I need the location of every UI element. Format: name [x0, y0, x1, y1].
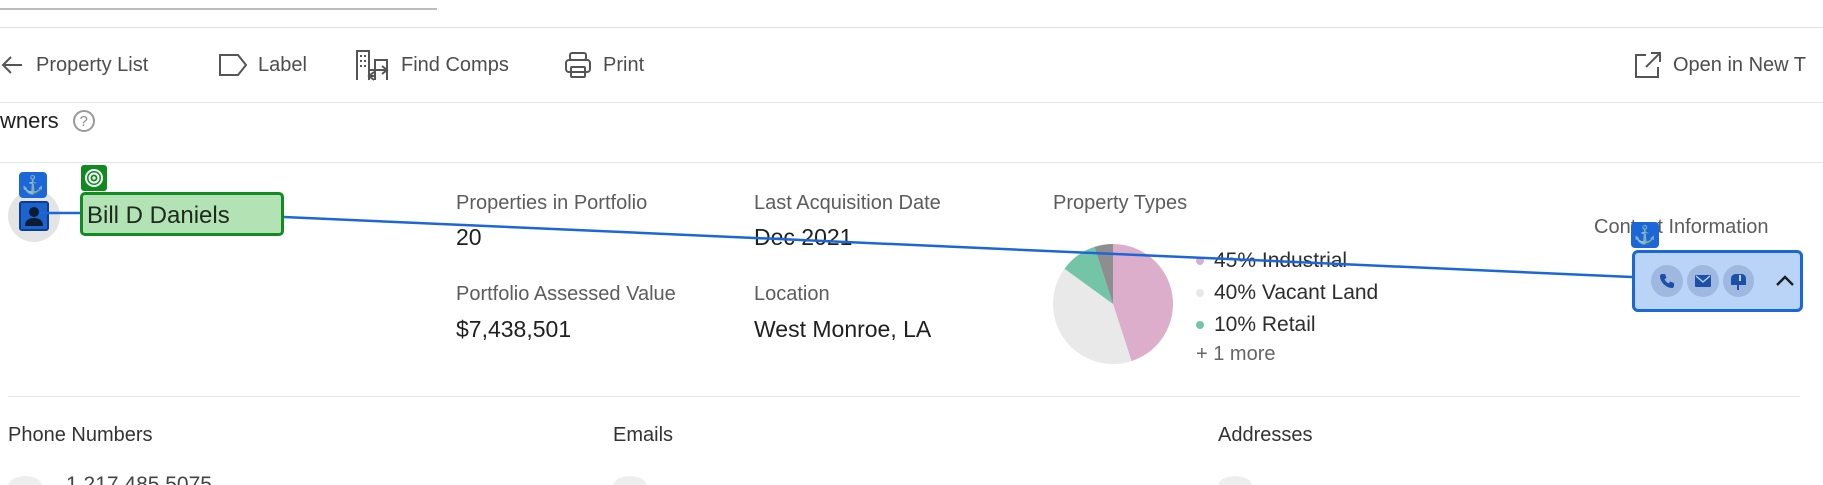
help-icon[interactable]: ? — [72, 110, 95, 132]
connector-line — [283, 215, 1633, 279]
print-label: Print — [603, 53, 645, 76]
anchor-icon: ⚓ — [1631, 222, 1659, 248]
top-divider — [0, 27, 1823, 28]
printer-icon — [565, 52, 591, 78]
portfolio-assessed-value: $7,438,501 — [456, 316, 572, 342]
toolbar-divider — [0, 102, 1823, 103]
owners-section-title: wners ? — [0, 108, 95, 134]
collapse-button[interactable] — [1770, 266, 1800, 296]
print-button[interactable]: Print — [563, 48, 644, 82]
legend-dot — [1196, 321, 1204, 329]
contact-information-label: Contact Information — [1594, 216, 1769, 238]
property-types-legend: 45% Industrial 40% Vacant Land 10% Retai… — [1196, 245, 1378, 366]
legend-item: 10% Retail — [1196, 309, 1378, 341]
tag-icon — [219, 54, 248, 76]
envelope-icon — [1694, 275, 1711, 287]
properties-in-portfolio-label: Properties in Portfolio — [456, 192, 648, 214]
mailbox-icon — [1731, 274, 1747, 290]
email-button[interactable] — [1686, 265, 1719, 297]
phone-icon — [1659, 274, 1674, 288]
top-scroll-indicator — [0, 8, 437, 10]
legend-text: 45% Industrial — [1214, 249, 1348, 272]
section-divider — [0, 162, 1823, 163]
person-icon — [19, 201, 49, 231]
find-comps-button[interactable]: Find Comps — [355, 48, 509, 82]
owners-title-text: wners — [0, 108, 59, 133]
address-row-icon — [1218, 476, 1252, 485]
properties-in-portfolio-value: 20 — [456, 224, 482, 250]
mail-button[interactable] — [1722, 265, 1755, 297]
legend-dot — [1196, 257, 1204, 265]
addresses-header: Addresses — [1218, 424, 1313, 446]
find-comps-label: Find Comps — [401, 53, 509, 76]
property-types-pie-chart — [1052, 243, 1174, 365]
legend-item: 40% Vacant Land — [1196, 277, 1378, 309]
more-types-link[interactable]: + 1 more — [1196, 343, 1378, 366]
last-acquisition-date-label: Last Acquisition Date — [754, 192, 941, 214]
legend-text: 40% Vacant Land — [1214, 281, 1379, 304]
phone-button[interactable] — [1651, 265, 1683, 297]
buildings-compare-icon — [356, 50, 389, 81]
phone-number-value[interactable]: 1 217 485 5075 — [66, 473, 212, 485]
label-button-label: Label — [258, 53, 307, 76]
email-row-icon — [613, 476, 647, 485]
anchor-icon: ⚓ — [19, 172, 47, 198]
owner-name-link[interactable]: Bill D Daniels — [80, 192, 284, 236]
last-acquisition-date-value: Dec 2021 — [754, 224, 853, 250]
legend-text: 10% Retail — [1214, 313, 1316, 336]
emails-header: Emails — [613, 424, 674, 446]
location-label: Location — [754, 283, 830, 305]
toolbar: Property List Label Find Comps Print Ope… — [0, 40, 1823, 90]
detail-divider — [8, 396, 1800, 397]
external-link-icon — [1635, 52, 1661, 78]
portfolio-assessed-value-label: Portfolio Assessed Value — [456, 283, 676, 305]
target-icon — [81, 165, 107, 191]
arrow-left-icon — [1, 56, 22, 74]
phone-row-icon — [8, 476, 42, 485]
location-value: West Monroe, LA — [754, 316, 932, 342]
property-types-label: Property Types — [1053, 192, 1188, 214]
label-button[interactable]: Label — [218, 48, 307, 82]
open-in-new-tab-button[interactable]: Open in New T — [1633, 48, 1806, 82]
back-label: Property List — [36, 53, 149, 76]
contact-actions — [1632, 250, 1803, 312]
chevron-up-icon — [1776, 275, 1794, 286]
phone-numbers-header: Phone Numbers — [8, 424, 153, 446]
open-new-label: Open in New T — [1673, 53, 1807, 76]
legend-item: 45% Industrial — [1196, 245, 1378, 277]
back-to-property-list-button[interactable]: Property List — [0, 48, 148, 82]
legend-dot — [1196, 289, 1204, 297]
